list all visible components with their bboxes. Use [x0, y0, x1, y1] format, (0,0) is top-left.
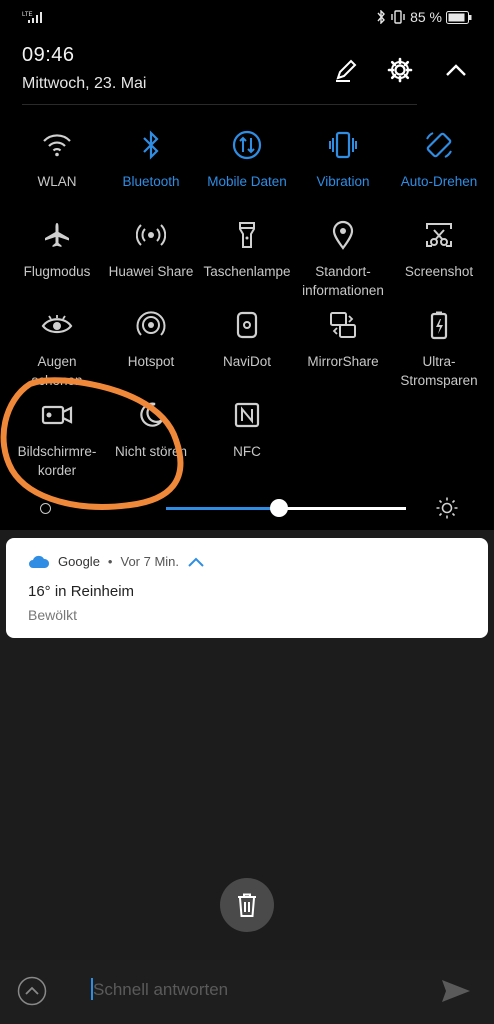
quick-reply-bar: Schnell antworten	[0, 960, 494, 1024]
brightness-knob[interactable]	[270, 499, 288, 517]
tile-label: Auto-Drehen	[400, 174, 478, 189]
battery-percent: 85 %	[410, 9, 442, 25]
expand-chevron-icon[interactable]	[187, 556, 205, 568]
bluetooth-status-icon	[377, 10, 386, 24]
tile-label: MirrorShare	[307, 354, 379, 369]
svg-text:LTE: LTE	[22, 12, 33, 18]
tile-vibration[interactable]: Vibration	[294, 128, 392, 191]
tile-auto-rotate[interactable]: Auto-Drehen	[390, 128, 488, 191]
flashlight-icon	[198, 218, 296, 252]
edit-icon[interactable]	[330, 54, 362, 86]
auto-brightness-sun-icon[interactable]	[435, 496, 459, 525]
notification-separator: •	[107, 554, 113, 569]
quick-reply-input[interactable]: Schnell antworten	[93, 980, 228, 1000]
tile-label: Hotspot	[127, 354, 175, 369]
brightness-slider[interactable]	[0, 490, 494, 530]
huawei-share-icon	[102, 218, 200, 252]
tile-label: Huawei Share	[108, 264, 194, 279]
tile-screenshot[interactable]: Screenshot	[390, 218, 488, 281]
vibration-icon	[294, 128, 392, 162]
collapse-chevron-icon[interactable]	[440, 54, 472, 86]
nfc-icon	[198, 398, 296, 432]
tile-huawei-share[interactable]: Huawei Share	[102, 218, 200, 281]
header-divider	[22, 104, 417, 105]
tile-label: Bluetooth	[122, 174, 180, 189]
tile-label: Standort- informationen	[302, 264, 384, 298]
trash-icon	[238, 893, 256, 917]
moon-icon	[102, 398, 200, 432]
mirrorshare-icon	[294, 308, 392, 342]
tile-mobile-data[interactable]: Mobile Daten	[198, 128, 296, 191]
tile-label: Nicht stören	[114, 444, 188, 459]
battery-icon	[446, 10, 472, 24]
eye-icon	[8, 308, 106, 342]
tile-bluetooth[interactable]: Bluetooth	[102, 128, 200, 191]
send-icon[interactable]	[440, 978, 472, 1009]
bluetooth-icon	[102, 128, 200, 162]
notification-time: Vor 7 Min.	[120, 554, 180, 569]
screenshot-icon	[390, 218, 488, 252]
tile-label: Augen schonen	[31, 354, 83, 388]
tile-airplane[interactable]: Flugmodus	[8, 218, 106, 281]
screen-recorder-icon	[8, 398, 106, 432]
tile-battery-saver[interactable]: Ultra- Stromsparen	[390, 308, 488, 390]
cloud-icon	[29, 555, 50, 568]
tile-wifi[interactable]: WLAN	[8, 128, 106, 191]
tile-label: Ultra- Stromsparen	[400, 354, 478, 388]
tile-mirrorshare[interactable]: MirrorShare	[294, 308, 392, 371]
date-label: Mittwoch, 23. Mai	[22, 75, 147, 92]
weather-notification[interactable]: Google • Vor 7 Min. 16° in Reinheim Bewö…	[6, 538, 488, 638]
tile-label: Screenshot	[404, 264, 474, 279]
clear-all-trash-button[interactable]	[220, 878, 274, 932]
tile-label: NaviDot	[222, 354, 271, 369]
brightness-track	[280, 507, 406, 510]
tile-navidot[interactable]: NaviDot	[198, 308, 296, 371]
tile-eye[interactable]: Augen schonen	[8, 308, 106, 390]
tile-hotspot[interactable]: Hotspot	[102, 308, 200, 371]
clock-time: 09:46	[22, 44, 75, 66]
settings-gear-icon[interactable]	[384, 54, 416, 86]
mobile-data-icon	[198, 128, 296, 162]
tile-screen-recorder[interactable]: Bildschirmre- korder	[8, 398, 106, 480]
vibrate-status-icon	[391, 10, 405, 24]
airplane-icon	[8, 218, 106, 252]
tile-label: Vibration	[316, 174, 370, 189]
notification-title: 16° in Reinheim	[28, 583, 135, 600]
expand-reply-icon[interactable]	[17, 976, 47, 1006]
tile-label: Bildschirmre- korder	[17, 444, 97, 478]
notification-app-name: Google	[58, 554, 100, 569]
signal-icon: LTE	[22, 10, 48, 29]
notification-text: Bewölkt	[28, 607, 78, 623]
tile-label: Taschenlampe	[203, 264, 291, 279]
auto-rotate-icon	[390, 128, 488, 162]
tile-label: Mobile Daten	[207, 174, 287, 189]
navidot-icon	[198, 308, 296, 342]
battery-saver-icon	[390, 308, 488, 342]
status-bar: LTE 85 %	[0, 0, 494, 36]
tile-label: NFC	[233, 444, 261, 459]
tile-nfc[interactable]: NFC	[198, 398, 296, 461]
tile-label: WLAN	[37, 174, 77, 189]
wifi-icon	[8, 128, 106, 162]
brightness-track-filled	[166, 507, 280, 510]
tile-flashlight[interactable]: Taschenlampe	[198, 218, 296, 281]
hotspot-icon	[102, 308, 200, 342]
brightness-low-icon	[40, 503, 51, 514]
tile-location[interactable]: Standort- informationen	[294, 218, 392, 300]
tile-label: Flugmodus	[23, 264, 91, 279]
location-icon	[294, 218, 392, 252]
tile-moon[interactable]: Nicht stören	[102, 398, 200, 461]
